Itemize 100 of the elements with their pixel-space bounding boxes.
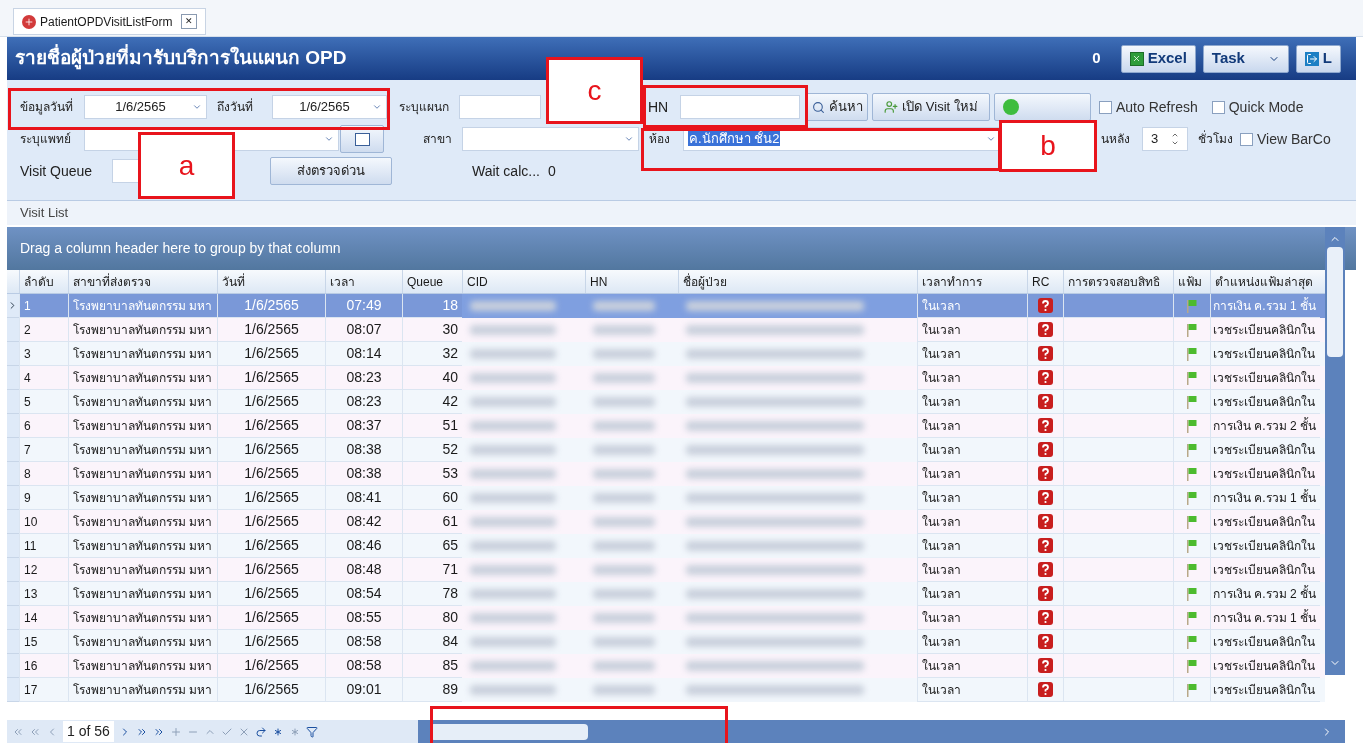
flag-icon [1186, 490, 1198, 505]
row-header[interactable] [7, 414, 19, 438]
urgent-button[interactable]: ส่งตรวจด่วน [270, 157, 392, 185]
column-header[interactable]: ตำแหน่งแฟ้มล่าสุด [1210, 270, 1320, 293]
task-button[interactable]: Task [1202, 44, 1289, 73]
field-label: Visit Queue [20, 161, 94, 181]
hn-field[interactable] [680, 95, 800, 119]
column-header[interactable]: เวลาทำการ [917, 270, 1027, 293]
checkbox[interactable] [1211, 100, 1225, 114]
table-row[interactable]: 5 โรงพยาบาลทันตกรรม มหา 1/6/2565 08:23 42 ในเวลา เวชระเบียนคลินิกใน [7, 390, 1325, 414]
branch-field[interactable] [462, 127, 639, 151]
question-icon [1038, 562, 1053, 577]
row-header[interactable] [7, 534, 19, 558]
table-row[interactable]: 3 โรงพยาบาลทันตกรรม มหา 1/6/2565 08:14 32 ในเวลา เวชระเบียนคลินิกใน [7, 342, 1325, 366]
column-header[interactable]: การตรวจสอบสิทธิ [1063, 270, 1173, 293]
department-field[interactable] [459, 95, 541, 119]
question-icon [1038, 490, 1053, 505]
row-header[interactable] [7, 294, 19, 318]
date-to-field[interactable]: 1/6/2565 [272, 95, 387, 119]
table-cell: ในเวลา [917, 678, 1027, 702]
date-from-field[interactable]: 1/6/2565 [84, 95, 207, 119]
flag-icon [1186, 634, 1198, 649]
row-header[interactable] [7, 582, 19, 606]
row-header[interactable] [7, 486, 19, 510]
table-cell: 89 [402, 678, 462, 702]
flag-icon [1186, 514, 1198, 529]
checkbox-label: Auto Refresh [1116, 97, 1198, 117]
flag-icon [1186, 298, 1198, 313]
row-header[interactable] [7, 462, 19, 486]
row-header[interactable] [7, 510, 19, 534]
row-header[interactable] [7, 390, 19, 414]
field-label: ห้อง [649, 131, 671, 148]
row-header[interactable] [7, 438, 19, 462]
row-header[interactable] [7, 678, 19, 702]
table-row[interactable]: 2 โรงพยาบาลทันตกรรม มหา 1/6/2565 08:07 30 ในเวลา เวชระเบียนคลินิกใน [7, 318, 1325, 342]
close-button[interactable]: ✕ [180, 14, 197, 29]
column-header[interactable]: Queue [402, 270, 462, 293]
dropdown-icon [192, 102, 202, 112]
count-label: 0 [1092, 48, 1101, 69]
row-header[interactable] [7, 318, 19, 342]
flag-icon [1186, 658, 1198, 673]
table-row[interactable]: 17 โรงพยาบาลทันตกรรม มหา 1/6/2565 09:01 89 ในเวลา เวชระเบียนคลินิกใน [7, 678, 1325, 702]
search-icon [811, 100, 825, 114]
column-header[interactable]: HN [585, 270, 678, 293]
flag-icon [1186, 346, 1198, 361]
dropdown-icon [324, 134, 334, 144]
table-cell: 1/6/2565 [217, 678, 325, 702]
question-icon [1038, 634, 1053, 649]
hours-spinner[interactable]: 3 [1142, 127, 1188, 151]
search-button[interactable]: ค้นหา [806, 93, 868, 121]
exit-button[interactable]: L [1295, 44, 1341, 73]
row-header[interactable] [7, 558, 19, 582]
add-icon[interactable] [169, 725, 182, 738]
column-header[interactable]: เวลา [325, 270, 402, 293]
horizontal-scrollbar-thumb[interactable] [430, 723, 588, 740]
redacted-bar [593, 613, 655, 623]
field-label: ข้อมูลวันที่ [20, 98, 74, 116]
new-visit-button[interactable]: เปิด Visit ใหม่ [872, 93, 990, 121]
table-row[interactable]: 6 โรงพยาบาลทันตกรรม มหา 1/6/2565 08:37 51 ในเวลา การเงิน ค.รวม 2 ชั้น [7, 414, 1325, 438]
column-header[interactable]: ลำดับ [19, 270, 68, 293]
excel-button[interactable]: Excel [1120, 44, 1196, 73]
column-header[interactable]: RC [1027, 270, 1063, 293]
redacted-bar [593, 541, 655, 551]
filter-icon[interactable] [305, 725, 318, 738]
table-row[interactable]: 11 โรงพยาบาลทันตกรรม มหา 1/6/2565 08:46 65 ในเวลา เวชระเบียนคลินิกใน [7, 534, 1325, 558]
table-row[interactable]: 9 โรงพยาบาลทันตกรรม มหา 1/6/2565 08:41 60 ในเวลา การเงิน ค.รวม 1 ชั้น [7, 486, 1325, 510]
row-header[interactable] [7, 654, 19, 678]
column-header[interactable]: ชื่อผู้ป่วย [678, 270, 917, 293]
checkbox[interactable] [1240, 132, 1253, 146]
question-icon [1038, 346, 1053, 361]
flag-icon [1186, 394, 1198, 409]
row-header[interactable] [7, 342, 19, 366]
refresh-button[interactable] [994, 93, 1091, 121]
question-icon [1038, 394, 1053, 409]
row-header[interactable] [7, 630, 19, 654]
row-header[interactable] [7, 606, 19, 630]
question-icon [1038, 514, 1053, 529]
scrollbar-thumb[interactable] [1327, 247, 1343, 357]
redo-icon[interactable] [254, 725, 267, 738]
column-header[interactable]: วันที่ [217, 270, 325, 293]
table-row[interactable]: 8 โรงพยาบาลทันตกรรม มหา 1/6/2565 08:38 53 ในเวลา เวชระเบียนคลินิกใน [7, 462, 1325, 486]
dropdown-icon [624, 134, 634, 144]
column-header[interactable]: CID [462, 270, 585, 293]
column-header[interactable]: แฟ้ม [1173, 270, 1210, 293]
checkbox[interactable] [1099, 100, 1112, 114]
redacted-bar [593, 565, 655, 575]
document-tab[interactable]: PatientOPDVisitListForm ✕ [13, 8, 206, 35]
table-row[interactable]: 7 โรงพยาบาลทันตกรรม มหา 1/6/2565 08:38 52 ในเวลา เวชระเบียนคลินิกใน [7, 438, 1325, 462]
table-row[interactable]: 10 โรงพยาบาลทันตกรรม มหา 1/6/2565 08:42 61 ในเวลา เวชระเบียนคลินิกใน [7, 510, 1325, 534]
flag-icon [1186, 682, 1198, 697]
table-row[interactable]: 16 โรงพยาบาลทันตกรรม มหา 1/6/2565 08:58 85 ในเวลา เวชระเบียนคลินิกใน [7, 654, 1325, 678]
table-cell: 09:01 [325, 678, 402, 702]
table-row[interactable]: 12 โรงพยาบาลทันตกรรม มหา 1/6/2565 08:48 71 ในเวลา เวชระเบียนคลินิกใน [7, 558, 1325, 582]
table-row[interactable]: 4 โรงพยาบาลทันตกรรม มหา 1/6/2565 08:23 40 ในเวลา เวชระเบียนคลินิกใน [7, 366, 1325, 390]
table-row[interactable]: 14 โรงพยาบาลทันตกรรม มหา 1/6/2565 08:55 80 ในเวลา การเงิน ค.รวม 1 ชั้น [7, 606, 1325, 630]
row-header[interactable] [7, 366, 19, 390]
table-row[interactable]: 15 โรงพยาบาลทันตกรรม มหา 1/6/2565 08:58 84 ในเวลา เวชระเบียนคลินิกใน [7, 630, 1325, 654]
table-row[interactable]: 13 โรงพยาบาลทันตกรรม มหา 1/6/2565 08:54 78 ในเวลา การเงิน ค.รวม 2 ชั้น [7, 582, 1325, 606]
column-header[interactable]: สาขาที่ส่งตรวจ [68, 270, 217, 293]
redacted-bar [593, 493, 655, 503]
